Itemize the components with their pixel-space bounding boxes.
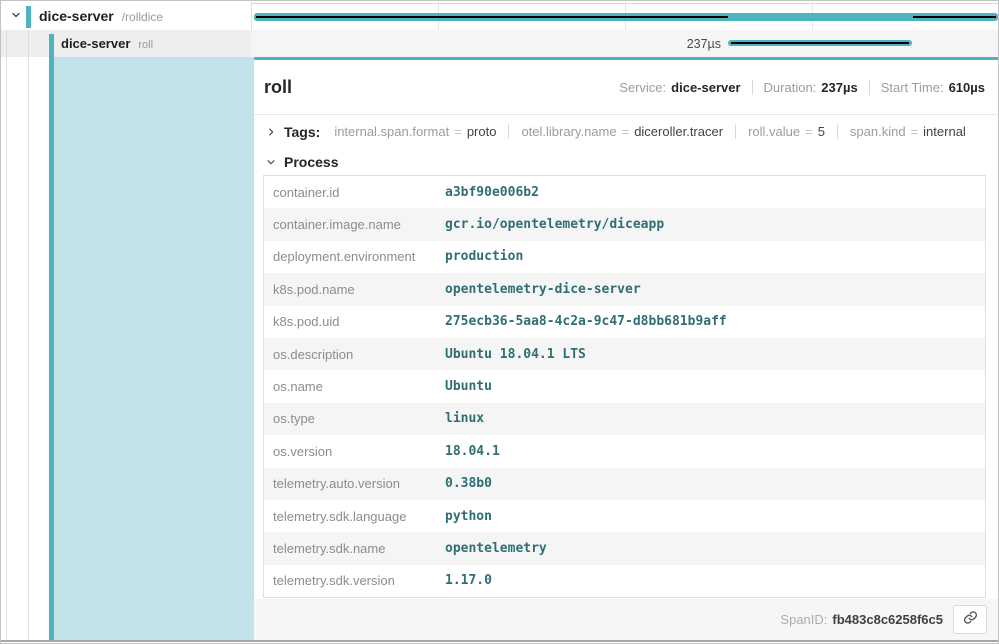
window-bottom-edge [1,640,998,642]
process-key-value-table: container.ida3bf90e006b2 container.image… [263,175,986,598]
critical-path-segment [913,16,996,18]
table-row: telemetry.auto.version0.38b0 [264,468,985,500]
duration-value: 237µs [821,80,857,95]
indent-guide [28,30,29,57]
process-section-label: Process [284,154,338,170]
tag-separator [508,124,509,139]
table-row: telemetry.sdk.nameopentelemetry [264,532,985,564]
stat-separator [869,80,870,95]
span-service-name: dice-serverroll [61,30,153,59]
stat-separator [752,80,753,95]
span-row-roll-selected[interactable]: dice-serverroll 237µs [1,30,999,57]
indent-guide [6,30,7,57]
span-overview-stats: Service: dice-server Duration: 237µs Sta… [619,80,985,95]
span-row-rolldice[interactable]: dice-server/rolldice [1,3,999,30]
span-duration-bar[interactable] [728,40,912,46]
link-icon [963,610,978,630]
span-detail-panel: roll Service: dice-server Duration: 237µ… [254,60,999,640]
span-color-bar [26,6,31,28]
chevron-down-icon [10,8,22,26]
start-time-value: 610µs [949,80,985,95]
tag-item: internal.span.format=proto [334,124,496,139]
span-name-cell[interactable]: dice-server/rolldice [1,3,251,30]
table-row: os.version18.04.1 [264,435,985,467]
spanid-label: SpanID: [780,612,827,627]
critical-path-segment [256,16,728,18]
table-row: k8s.pod.uid275ecb36-5aa8-4c2a-9c47-d8bb6… [264,306,985,338]
span-title: roll [264,77,292,98]
span-service-name: dice-server/rolldice [39,3,163,31]
service-label: Service: [619,80,666,95]
start-time-label: Start Time: [881,80,944,95]
table-row: container.image.namegcr.io/opentelemetry… [264,208,985,240]
tag-item: otel.library.name=diceroller.tracer [521,124,723,139]
tag-separator [837,124,838,139]
spanid-value: fb483c8c6258f6c5 [832,612,943,627]
duration-label: Duration: [764,80,817,95]
jaeger-trace-view: dice-server/rolldice dice-serverroll 237… [0,0,999,644]
table-row: container.ida3bf90e006b2 [264,176,985,208]
tags-section-label: Tags: [284,124,320,140]
service-value: dice-server [671,80,740,95]
span-name-cell[interactable]: dice-serverroll [1,30,251,57]
span-duration-bar[interactable] [254,13,998,21]
table-row: k8s.pod.nameopentelemetry-dice-server [264,273,985,305]
span-duration-label: 237µs [599,37,721,51]
table-row: telemetry.sdk.languagepython [264,500,985,532]
tag-separator [735,124,736,139]
process-accordion-toggle[interactable]: Process [254,148,999,175]
critical-path-segment [731,42,909,44]
tags-accordion-toggle[interactable]: Tags: internal.span.format=proto otel.li… [254,115,999,148]
table-row: telemetry.sdk.version1.17.0 [264,565,985,597]
span-operation-name: roll [138,39,153,51]
selected-span-color-fill [54,57,254,640]
span-color-bar [49,34,54,57]
chevron-down-icon [264,155,278,169]
table-row: os.descriptionUbuntu 18.04.1 LTS [264,338,985,370]
collapse-children-button[interactable] [8,9,24,25]
detail-header: roll Service: dice-server Duration: 237µ… [254,60,999,115]
indent-guide [28,57,29,640]
tag-item: roll.value=5 [748,124,825,139]
tags-summary: internal.span.format=proto otel.library.… [334,124,966,139]
chevron-right-icon [264,125,278,139]
table-row: os.nameUbuntu [264,370,985,402]
table-row: os.typelinux [264,403,985,435]
detail-footer: SpanID: fb483c8c6258f6c5 [254,599,999,640]
span-operation-name: /rolldice [122,10,163,24]
deep-link-button[interactable] [953,605,987,634]
tag-item: span.kind=internal [850,124,966,139]
indent-guide [6,57,7,640]
table-row: deployment.environmentproduction [264,241,985,273]
